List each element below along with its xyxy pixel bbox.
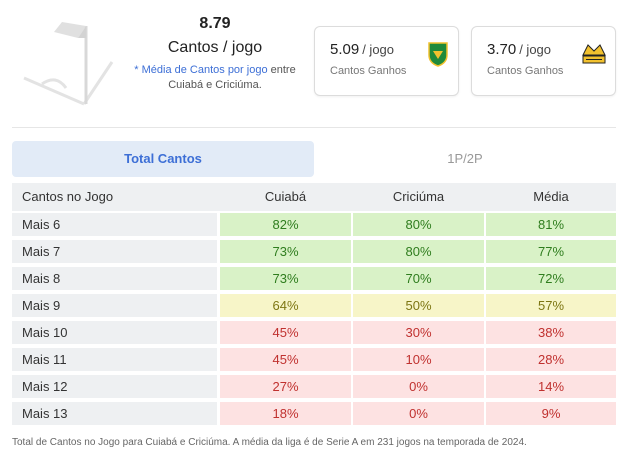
row-label: Mais 10 [12, 321, 217, 344]
table-row: Mais 8 73% 70% 72% [12, 265, 616, 292]
average-corners-value: 8.79 [199, 15, 231, 32]
row-label: Mais 7 [12, 240, 217, 263]
criciuma-percent: 0% [353, 375, 484, 398]
header-cantos-no-jogo: Cantos no Jogo [22, 189, 114, 204]
cuiaba-percent: 45% [220, 348, 351, 371]
media-percent: 9% [486, 402, 616, 425]
criciuma-percent: 80% [353, 240, 484, 263]
criciuma-percent: 50% [353, 294, 484, 317]
media-percent: 14% [486, 375, 616, 398]
tab-total-cantos[interactable]: Total Cantos [12, 141, 314, 177]
table-row: Mais 7 73% 80% 77% [12, 238, 616, 265]
corner-tabs: Total Cantos 1P/2P [12, 141, 616, 177]
note-suffix: entre [267, 64, 296, 76]
cuiaba-percent: 73% [220, 240, 351, 263]
cuiaba-percent: 73% [220, 267, 351, 290]
row-label: Mais 12 [12, 375, 217, 398]
criciuma-corners-label: Cantos Ganhos [487, 65, 564, 77]
criciuma-percent: 0% [353, 402, 484, 425]
average-corners-note: * Média de Cantos por jogo entre Cuiabá … [125, 63, 305, 93]
table-row: Mais 13 18% 0% 9% [12, 400, 616, 427]
table-header: Cantos no Jogo Cuiabá Criciúma Média [12, 183, 616, 211]
note-highlight: * Média de Cantos por jogo [134, 64, 268, 76]
corner-average-summary: 8.79 Cantos / jogo * Média de Cantos por… [125, 14, 305, 93]
average-corners-unit: Cantos / jogo [167, 39, 263, 56]
row-label: Mais 11 [12, 348, 217, 371]
table-row: Mais 11 45% 10% 28% [12, 346, 616, 373]
cuiaba-corners-card: 5.09/ jogo Cantos Ganhos [314, 26, 459, 96]
criciuma-percent: 70% [353, 267, 484, 290]
table-row: Mais 10 45% 30% 38% [12, 319, 616, 346]
criciuma-corners-per: / jogo [519, 42, 552, 57]
table-footnote: Total de Cantos no Jogo para Cuiabá e Cr… [12, 437, 527, 448]
criciuma-corners-card: 3.70/ jogo Cantos Ganhos [471, 26, 616, 96]
corner-flag-icon [23, 22, 114, 106]
criciuma-percent: 30% [353, 321, 484, 344]
section-divider [12, 127, 616, 128]
table-row: Mais 12 27% 0% 14% [12, 373, 616, 400]
cuiaba-corners-per: / jogo [362, 42, 395, 57]
row-label: Mais 9 [12, 294, 217, 317]
cuiaba-percent: 45% [220, 321, 351, 344]
header-cuiaba: Cuiabá [264, 189, 307, 204]
header-media: Média [533, 189, 569, 204]
cuiaba-corners-value: 5.09 [330, 41, 360, 58]
media-percent: 72% [486, 267, 616, 290]
media-percent: 77% [486, 240, 616, 263]
criciuma-percent: 10% [353, 348, 484, 371]
table-body: Mais 6 82% 80% 81% Mais 7 73% 80% 77% Ma… [12, 211, 616, 427]
row-label: Mais 6 [12, 213, 217, 236]
criciuma-corners-value: 3.70 [487, 41, 517, 58]
cuiaba-percent: 82% [220, 213, 351, 236]
media-percent: 28% [486, 348, 616, 371]
table-row: Mais 6 82% 80% 81% [12, 211, 616, 238]
media-percent: 57% [486, 294, 616, 317]
corners-over-table: Cantos no Jogo Cuiabá Criciúma Média Mai… [12, 183, 616, 427]
row-label: Mais 8 [12, 267, 217, 290]
cuiaba-percent: 27% [220, 375, 351, 398]
note-teams: Cuiabá e Criciúma. [168, 79, 262, 91]
criciuma-crest-icon [582, 44, 606, 64]
tab-1p-2p[interactable]: 1P/2P [314, 141, 616, 177]
row-label: Mais 13 [12, 402, 217, 425]
cuiaba-crest-icon [428, 42, 448, 67]
criciuma-percent: 80% [353, 213, 484, 236]
cuiaba-corners-label: Cantos Ganhos [330, 65, 407, 77]
table-row: Mais 9 64% 50% 57% [12, 292, 616, 319]
media-percent: 38% [486, 321, 616, 344]
cuiaba-percent: 64% [220, 294, 351, 317]
cuiaba-percent: 18% [220, 402, 351, 425]
header-criciuma: Criciúma [392, 189, 445, 204]
media-percent: 81% [486, 213, 616, 236]
